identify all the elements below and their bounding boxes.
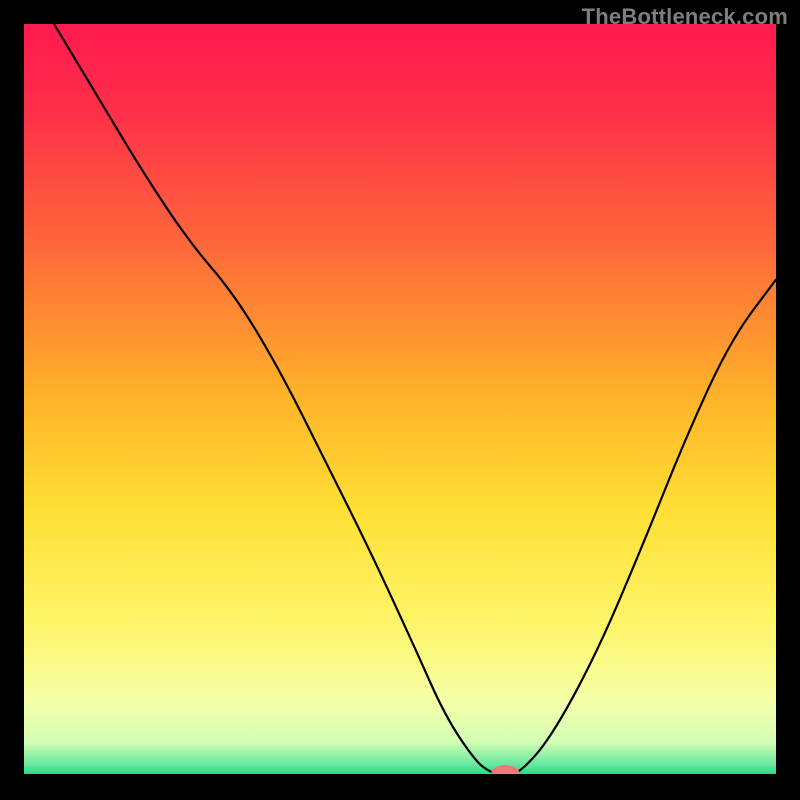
gradient-bg xyxy=(24,24,776,776)
chart-container: TheBottleneck.com xyxy=(0,0,800,800)
bottleneck-chart xyxy=(24,24,776,776)
